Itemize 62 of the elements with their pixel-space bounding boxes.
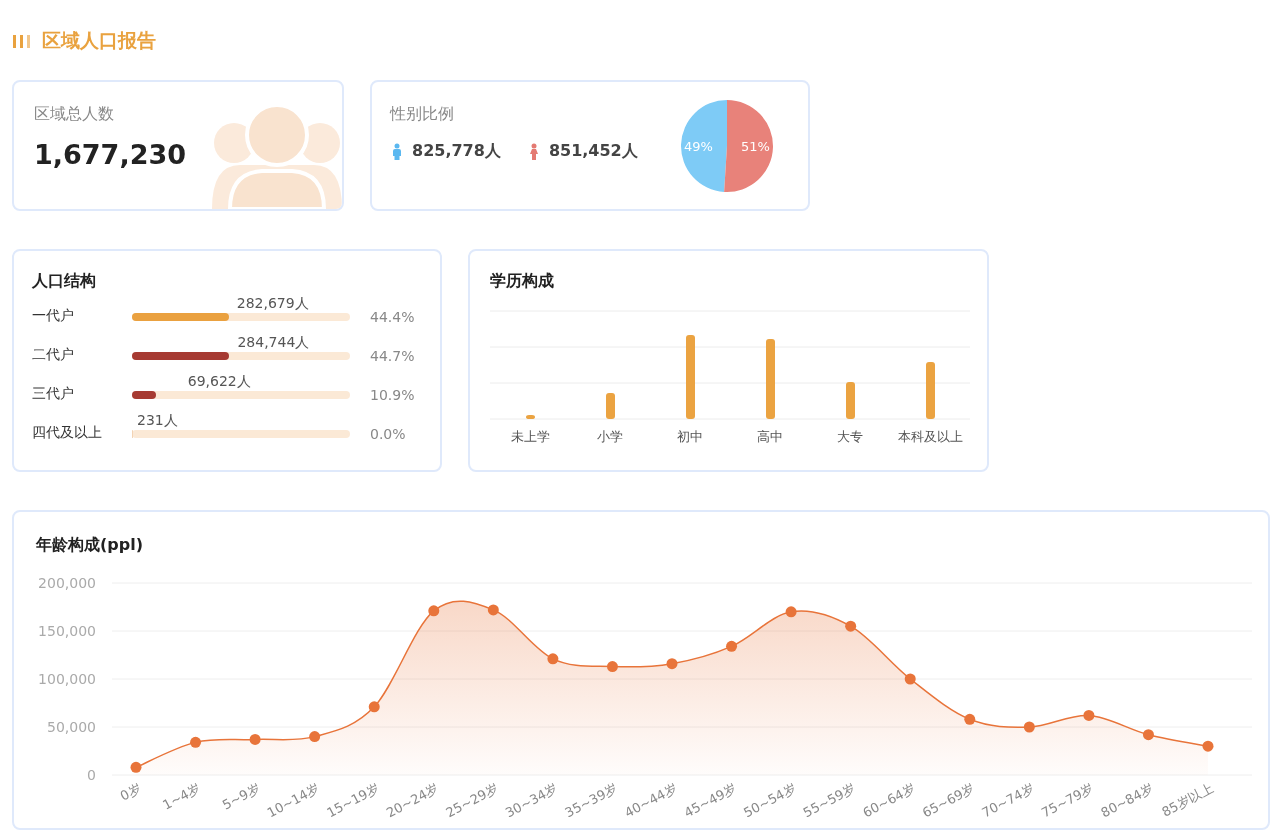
page-title: 区域人口报告 xyxy=(42,28,156,53)
row-percent: 44.4% xyxy=(369,309,416,325)
row-percent: 0.0% xyxy=(369,426,407,442)
axis-label: 高中 xyxy=(756,428,784,446)
card-title: 学历构成 xyxy=(490,271,555,292)
bars-icon xyxy=(12,34,32,48)
total-label: 区域总人数 xyxy=(34,104,115,125)
data-point xyxy=(428,605,440,617)
data-point xyxy=(130,761,142,773)
card-title: 人口结构 xyxy=(32,271,97,292)
data-point xyxy=(1083,710,1095,721)
slice-label: 51% xyxy=(741,139,770,154)
x-tick-label: 85岁以上 xyxy=(1159,780,1216,820)
bar xyxy=(606,393,615,419)
data-point xyxy=(666,658,678,670)
axis-label: 本科及以上 xyxy=(896,428,964,446)
y-tick-label: 0 xyxy=(87,767,96,783)
data-point xyxy=(249,734,261,745)
data-point xyxy=(487,604,499,616)
chart-title: 年龄构成(ppl) xyxy=(36,535,143,554)
y-tick-label: 100,000 xyxy=(38,671,96,687)
row-label: 一代户 xyxy=(32,307,75,325)
data-point xyxy=(606,661,618,672)
y-tick-label: 50,000 xyxy=(47,719,96,735)
slice-label: 49% xyxy=(684,139,713,154)
data-point xyxy=(785,606,797,618)
x-tick-label: 5~9岁 xyxy=(219,780,263,813)
data-point xyxy=(726,640,738,652)
y-tick-label: 150,000 xyxy=(38,623,96,639)
y-tick-label: 200,000 xyxy=(38,575,96,591)
x-tick-label: 1~4岁 xyxy=(160,780,203,813)
total-value: 1,677,230 xyxy=(34,139,188,170)
axis-label: 未上学 xyxy=(509,428,551,446)
row-percent: 10.9% xyxy=(369,387,416,403)
bar-count: 231人 xyxy=(137,412,178,430)
data-point xyxy=(190,736,202,748)
data-point xyxy=(1202,740,1214,752)
row-percent: 44.7% xyxy=(369,348,416,364)
gender-count: 851,452人 xyxy=(548,141,638,162)
gender-label: 性别比例 xyxy=(390,104,455,125)
data-point xyxy=(1023,721,1035,733)
data-point xyxy=(547,653,559,665)
row-label: 三代户 xyxy=(32,385,75,403)
axis-label: 初中 xyxy=(676,428,704,446)
bar-count: 69,622人 xyxy=(187,373,251,391)
data-point xyxy=(845,620,857,632)
data-point xyxy=(1142,729,1154,741)
data-point xyxy=(309,731,321,743)
bar xyxy=(926,362,935,419)
data-point xyxy=(368,701,380,713)
axis-label: 大专 xyxy=(836,428,864,446)
row-label: 四代及以上 xyxy=(32,424,103,442)
gender-count: 825,778人 xyxy=(412,141,501,162)
bar xyxy=(526,415,535,419)
bar-count: 284,744人 xyxy=(237,334,310,352)
axis-label: 小学 xyxy=(596,428,624,446)
data-point xyxy=(964,713,976,725)
bar-count: 282,679人 xyxy=(236,295,309,313)
row-label: 二代户 xyxy=(32,346,75,364)
x-tick-label: 0岁 xyxy=(117,780,144,804)
bar xyxy=(846,382,855,419)
data-point xyxy=(904,673,916,685)
